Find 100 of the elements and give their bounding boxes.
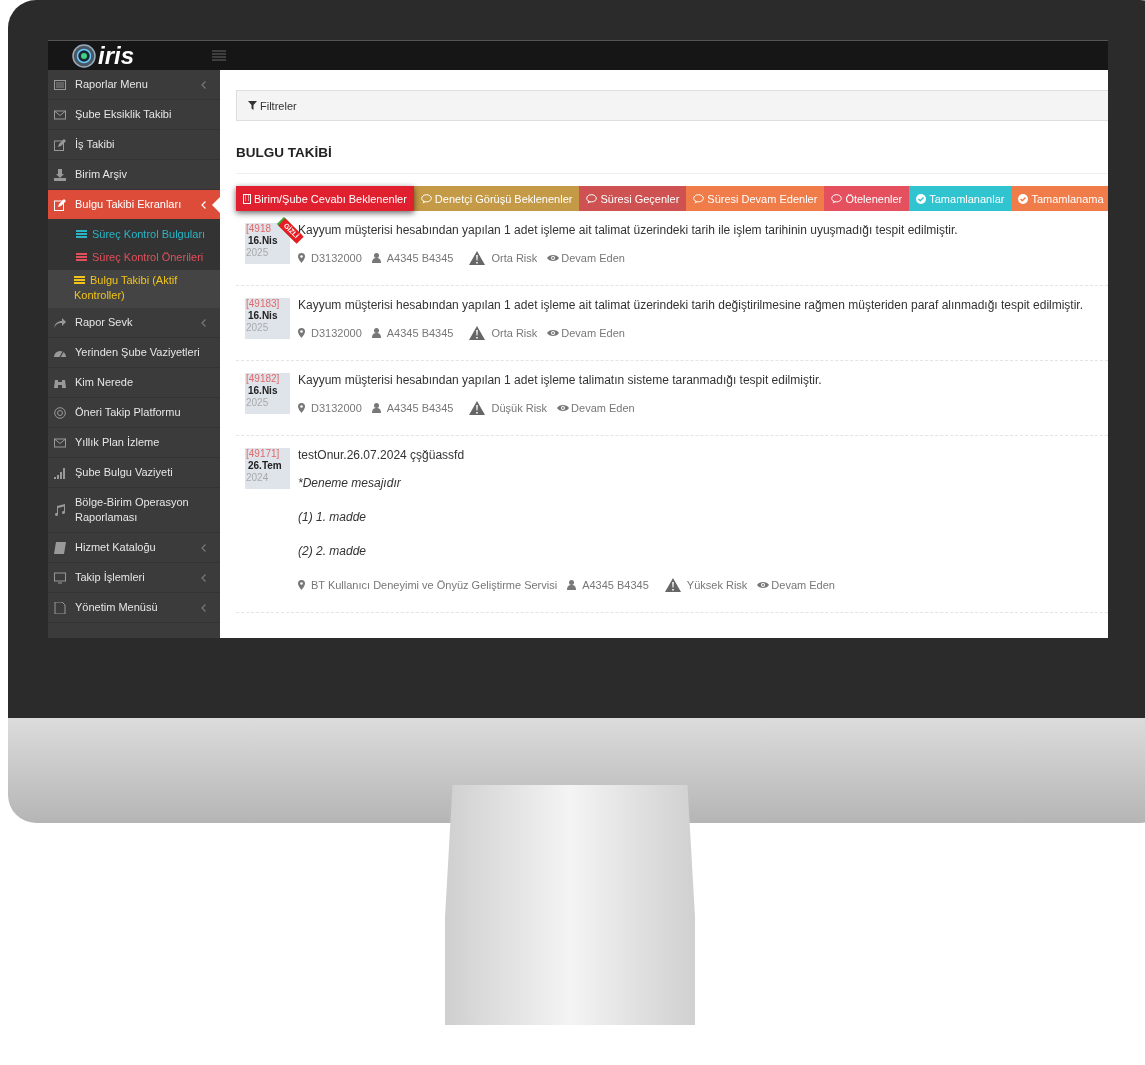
sidebar-item[interactable]: Şube Bulgu Vaziyeti [48,458,220,488]
user-icon [567,580,577,590]
status-tab[interactable]: Ötelenenler [824,186,910,211]
share-icon [54,316,66,329]
edit-icon [54,198,66,211]
map-pin-icon [298,580,305,590]
finding-status: Devam Eden [561,327,625,339]
risk-level: Orta Risk [491,252,538,264]
finding-day: 16.Nis [246,235,278,247]
finding-status: Devam Eden [571,402,635,414]
sidebar-item[interactable]: Yıllık Plan İzleme [48,428,220,458]
eye-icon [547,329,560,337]
filter-bar[interactable]: Filtreler [236,90,1108,121]
menu-icon[interactable] [212,50,226,61]
sidebar-item[interactable]: İş Takibi [48,130,220,160]
sidebar-item[interactable]: Raporlar Menu [48,70,220,100]
chevron-icon [201,543,206,552]
finding-location: D3132000 [311,252,362,264]
finding-person: A4345 B4345 [386,327,454,339]
sidebar-item[interactable]: Bölge-Birim Operasyon Raporlaması [48,488,220,533]
submenu-item[interactable]: Süreç Kontrol Bulguları [48,224,220,247]
chevron-icon [201,318,206,327]
tray-icon [54,78,66,91]
mail-icon [54,108,66,121]
edit-icon [54,138,66,151]
sidebar-item[interactable]: Bulgu Takibi Ekranları [48,190,220,220]
eye-icon [557,404,570,412]
speech-bubble-icon [693,193,705,204]
status-tab[interactable]: Birim/Şube Cevabı Beklenenler [236,186,414,211]
finding-text: Kayyum müşterisi hesabından yapılan 1 adet işleme talimatın sisteme taranmadığı tespit edilmiştir. [298,373,823,387]
finding-day: 16.Nis [246,310,278,322]
user-icon [371,403,381,413]
submenu-icon [76,252,87,262]
eye-icon [757,581,770,589]
eye-icon [547,254,560,262]
submenu-icon [76,229,87,239]
file-icon [54,601,66,614]
filter-icon [248,101,257,110]
sidebar-item[interactable]: Kim Nerede [48,368,220,398]
check-circle-icon [1018,193,1029,204]
risk-level: Düşük Risk [491,402,548,414]
finding-person: A4345 B4345 [386,402,454,414]
sidebar-item[interactable]: Yerinden Şube Vaziyetleri [48,338,220,368]
mail-icon [54,436,66,449]
finding-year: 2025 [246,322,269,334]
map-pin-icon [298,253,305,263]
check-circle-icon [916,193,927,204]
submenu-icon [74,275,85,285]
finding-text: (1) 1. madde [298,510,368,524]
active-pointer-icon [212,196,220,213]
finding-year: 2025 [246,397,269,409]
sidebar-item[interactable]: Takip İşlemleri [48,563,220,593]
warning-icon [469,326,486,340]
sidebar-item[interactable]: Şube Eksiklik Takibi [48,100,220,130]
finding-day: 26.Tem [246,460,282,472]
chevron-icon [201,573,206,582]
finding-text: Kayyum müşterisi hesabından yapılan 1 adet işleme ait talimat üzerindeki tarih değiştirilmesine rağmen müşteriden paraf alınmadığı tespit edilmiştir. [298,298,1085,312]
building-icon [243,193,251,204]
bars-icon [54,466,66,479]
speech-bubble-icon [586,193,598,204]
speech-bubble-icon [420,193,432,204]
map-pin-icon [298,328,305,338]
warning-icon [469,401,486,415]
finding-year: 2024 [246,472,269,484]
map-pin-icon [298,403,305,413]
risk-level: Yüksek Risk [686,579,748,591]
filter-label: Filtreler [260,99,297,112]
finding-text: (2) 2. madde [298,544,368,558]
finding-location: BT Kullanıcı Deneyimi ve Önyüz Geliştirme Servisi [311,579,558,591]
music-icon [54,504,66,516]
finding-text: *Deneme mesajıdır [298,476,402,490]
finding-person: A4345 B4345 [582,579,649,591]
page-heading: BULGU TAKİBİ [236,145,1108,174]
finding-year: 2025 [246,247,269,259]
finding-status: Devam Eden [561,252,625,264]
finding-status: Devam Eden [771,579,835,591]
user-icon [371,328,381,338]
sidebar-item[interactable]: Hizmet Kataloğu [48,533,220,563]
warning-icon [664,578,681,592]
risk-level: Orta Risk [491,327,538,339]
chevron-icon [201,200,206,209]
logo-text: iris [98,41,135,70]
sidebar-item[interactable]: Yönetim Menüsü [48,593,220,623]
ring-icon [54,406,66,419]
warning-icon [469,251,486,265]
finding-person: A4345 B4345 [386,252,454,264]
sidebar-item[interactable]: Öneri Takip Platformu [48,398,220,428]
user-icon [371,253,381,263]
finding-location: D3132000 [311,327,362,339]
chevron-icon [201,603,206,612]
chevron-icon [201,80,206,89]
finding-location: D3132000 [311,402,362,414]
monitor-icon [54,571,66,584]
download-icon [54,168,66,181]
finding-day: 16.Nis [246,385,278,397]
finding-text: testOnur.26.07.2024 çşğüassfd [298,448,466,462]
submenu-item[interactable]: Bulgu Takibi (Aktif Kontroller) [48,270,220,308]
speech-bubble-icon [831,193,843,204]
sidebar-item[interactable]: Rapor Sevk [48,308,220,338]
status-tab[interactable]: Süresi Geçenler [579,186,687,211]
